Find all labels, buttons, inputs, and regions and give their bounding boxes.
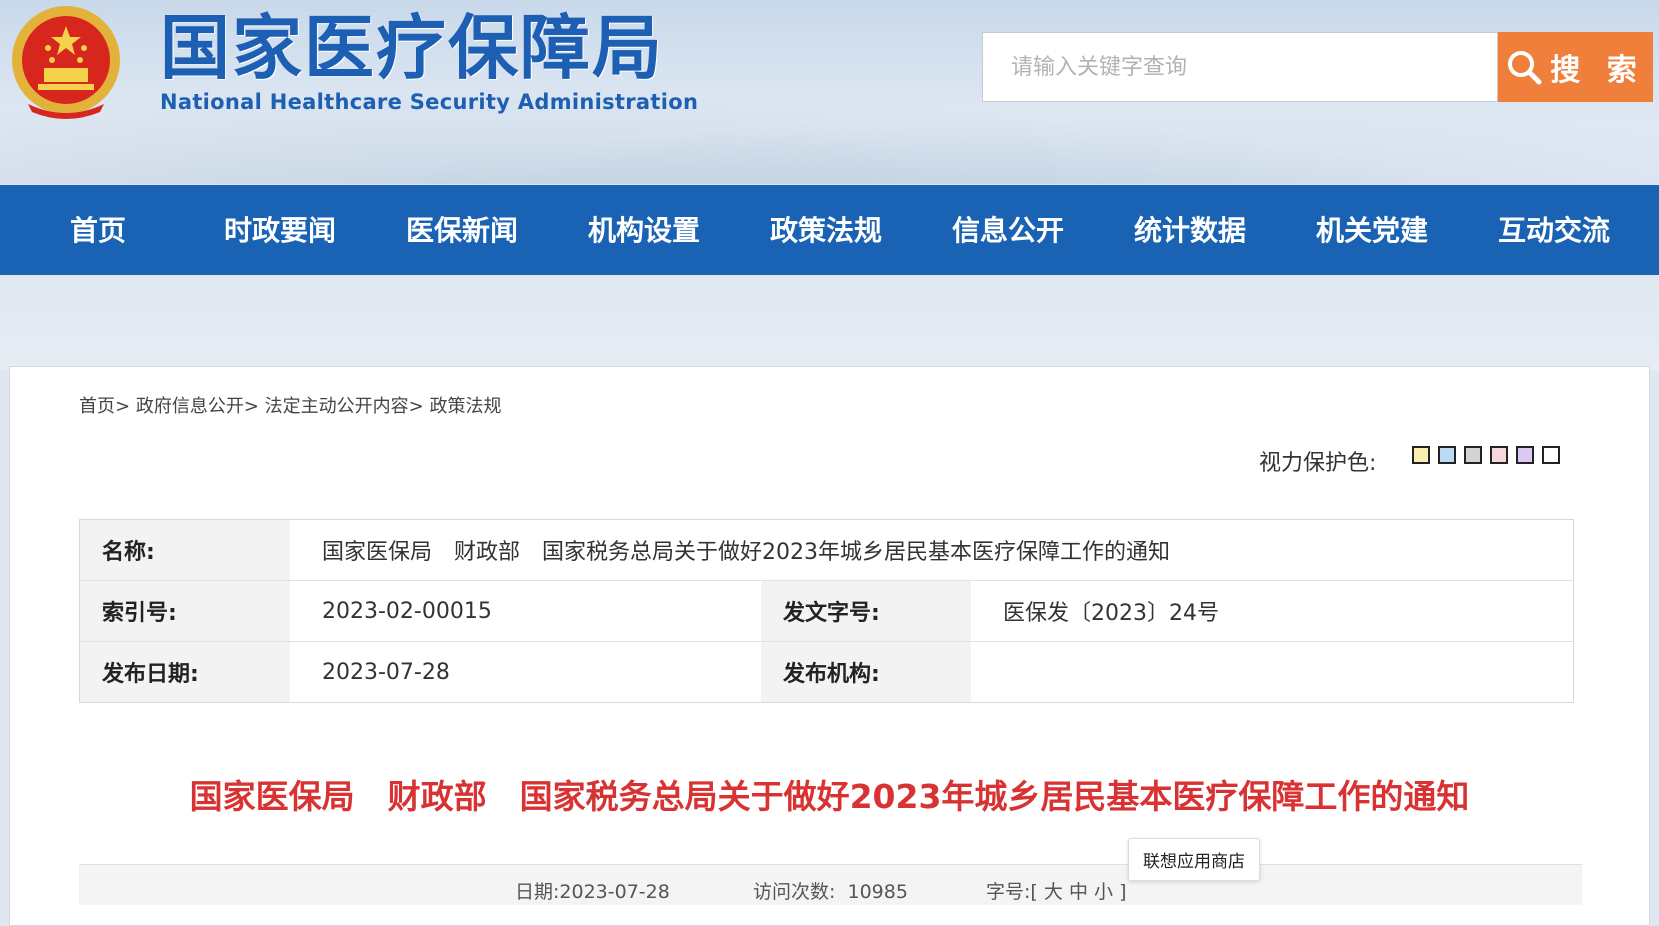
- tooltip-app-store: 联想应用商店: [1128, 838, 1260, 881]
- sub-banner: [0, 275, 1659, 370]
- meta-name-label: 名称:: [80, 520, 290, 580]
- nav-item-news[interactable]: 时政要闻: [224, 209, 336, 249]
- nav-item-insurance-news[interactable]: 医保新闻: [406, 209, 518, 249]
- swatch-pink[interactable]: [1490, 446, 1508, 464]
- article-visits: 访问次数: 10985: [753, 881, 908, 903]
- search-input[interactable]: [983, 33, 1497, 101]
- swatch-gray[interactable]: [1464, 446, 1482, 464]
- meta-docno-label: 发文字号:: [761, 581, 971, 641]
- font-size-control: 字号:[ 大 中 小 ]: [986, 877, 1126, 904]
- search-box: [982, 32, 1498, 102]
- meta-row-date: 发布日期: 2023-07-28 发布机构:: [80, 642, 1573, 702]
- swatch-white[interactable]: [1542, 446, 1560, 464]
- nav-item-organization[interactable]: 机构设置: [588, 209, 700, 249]
- eye-protect-label: 视力保护色:: [1259, 451, 1377, 476]
- meta-index-value: 2023-02-00015: [322, 598, 492, 624]
- national-emblem-icon: [12, 6, 120, 119]
- breadcrumb-gov-info[interactable]: 政府信息公开>: [136, 396, 259, 417]
- font-size-small[interactable]: 小: [1094, 881, 1113, 903]
- breadcrumb-statutory[interactable]: 法定主动公开内容>: [265, 396, 424, 417]
- site-logo-english: National Healthcare Security Administrat…: [160, 90, 699, 114]
- nav-item-policy[interactable]: 政策法规: [770, 209, 882, 249]
- meta-org-value: [971, 642, 1573, 702]
- breadcrumb-policy[interactable]: 政策法规: [429, 396, 501, 417]
- search-icon: [1508, 51, 1542, 85]
- swatch-blue[interactable]: [1438, 446, 1456, 464]
- meta-row-name: 名称: 国家医保局 财政部 国家税务总局关于做好2023年城乡居民基本医疗保障工…: [80, 520, 1573, 581]
- nav-item-party-building[interactable]: 机关党建: [1316, 209, 1428, 249]
- meta-date-label: 发布日期:: [80, 642, 290, 702]
- breadcrumb: 首页> 政府信息公开> 法定主动公开内容> 政策法规: [79, 392, 501, 418]
- search-button-label: 搜 索: [1550, 53, 1645, 88]
- site-logo-chinese: 国家医疗保障局: [160, 6, 664, 89]
- swatch-yellow[interactable]: [1412, 446, 1430, 464]
- meta-name-value: 国家医保局 财政部 国家税务总局关于做好2023年城乡居民基本医疗保障工作的通知: [322, 540, 1170, 565]
- article-date: 日期:2023-07-28: [515, 881, 670, 903]
- eye-protect-swatches: [1412, 446, 1560, 464]
- swatch-purple[interactable]: [1516, 446, 1534, 464]
- meta-org-label: 发布机构:: [761, 642, 971, 702]
- nav-item-info-disclosure[interactable]: 信息公开: [952, 209, 1064, 249]
- nav-item-home[interactable]: 首页: [70, 209, 126, 249]
- document-title: 国家医保局 财政部 国家税务总局关于做好2023年城乡居民基本医疗保障工作的通知: [189, 777, 1470, 816]
- search-button[interactable]: 搜 索: [1498, 32, 1653, 102]
- font-size-label: 字号:[: [986, 881, 1038, 903]
- meta-date-value: 2023-07-28: [322, 659, 450, 685]
- font-size-large[interactable]: 大: [1044, 881, 1063, 903]
- meta-row-index: 索引号: 2023-02-00015 发文字号: 医保发〔2023〕24号: [80, 581, 1573, 642]
- meta-index-label: 索引号:: [80, 581, 290, 641]
- font-size-end: ]: [1119, 881, 1127, 903]
- font-size-medium[interactable]: 中: [1069, 881, 1088, 903]
- nav-item-interaction[interactable]: 互动交流: [1498, 209, 1610, 249]
- breadcrumb-home[interactable]: 首页>: [79, 396, 130, 417]
- article-info-bar: 日期:2023-07-28 访问次数: 10985 字号:[ 大 中 小 ]: [79, 864, 1582, 905]
- meta-docno-value: 医保发〔2023〕24号: [1003, 601, 1219, 626]
- nav-item-statistics[interactable]: 统计数据: [1134, 209, 1246, 249]
- document-meta-table: 名称: 国家医保局 财政部 国家税务总局关于做好2023年城乡居民基本医疗保障工…: [79, 519, 1574, 703]
- main-nav: 首页 时政要闻 医保新闻 机构设置 政策法规 信息公开 统计数据 机关党建 互动…: [0, 185, 1659, 275]
